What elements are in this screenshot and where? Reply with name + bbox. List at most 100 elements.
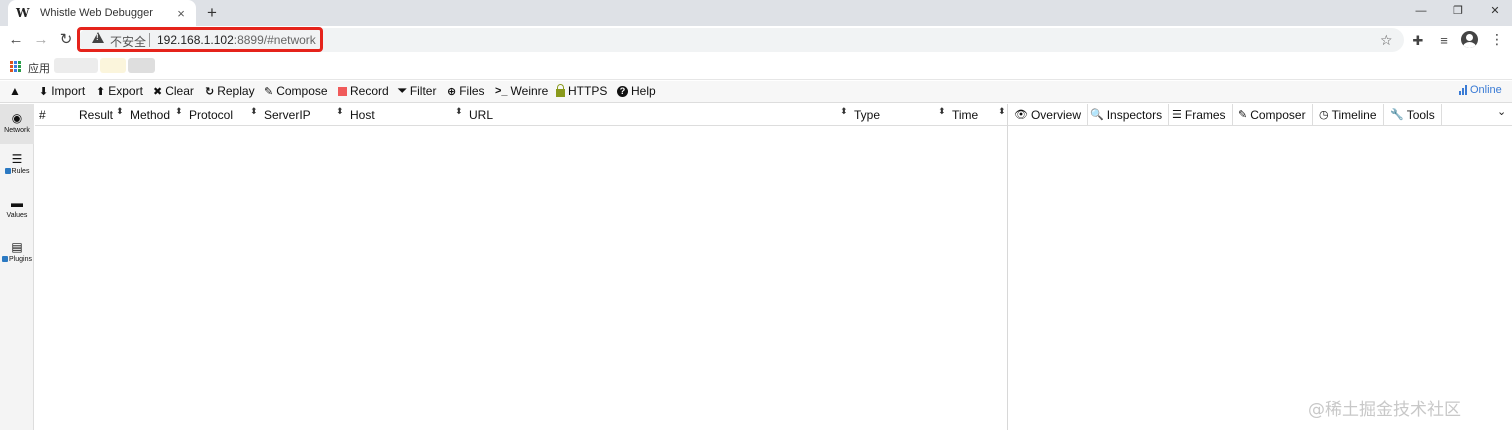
compose-button[interactable]: ✎ Compose (264, 84, 328, 98)
profile-avatar-icon[interactable] (1461, 31, 1478, 48)
list-icon: ☰ (1172, 109, 1182, 121)
signal-bars-icon (1459, 85, 1467, 95)
tab-tools-label: Tools (1406, 107, 1435, 122)
restore-button[interactable]: ❐ (1441, 0, 1475, 22)
warning-icon[interactable] (92, 32, 104, 43)
sort-icon[interactable]: ⬍ (938, 107, 946, 116)
sort-icon[interactable]: ⬍ (250, 107, 258, 116)
tab-inspectors-label: Inspectors (1106, 107, 1163, 122)
tab-inspectors[interactable]: 🔍 Inspectors (1084, 104, 1170, 125)
browser-tab[interactable]: W Whistle Web Debugger × (8, 0, 196, 26)
tab-timeline[interactable]: ◷ Timeline (1313, 104, 1384, 125)
whistle-sidebar: ◉ Network ☰ Rules ▬ Values ▤ Plugins (0, 104, 34, 430)
tab-composer-label: Composer (1250, 107, 1306, 122)
forward-button[interactable]: → (31, 30, 51, 50)
browser-tab-strip: W Whistle Web Debugger × + — ❐ ✕ (0, 0, 1512, 26)
whistle-menu-bar: ▲ ⬇ Import ⬆ Export ✖ Clear ↻ Replay ✎ C… (0, 81, 1512, 103)
record-icon (338, 86, 347, 96)
watermark-text: @稀土掘金技术社区 (1308, 400, 1461, 420)
col-method[interactable]: Method (130, 108, 170, 122)
sidebar-item-network[interactable]: ◉ Network (0, 104, 34, 144)
close-window-button[interactable]: ✕ (1478, 0, 1512, 22)
terminal-icon: >_ (495, 85, 508, 97)
col-result[interactable]: Result (79, 108, 113, 122)
compose-label: Compose (276, 84, 328, 98)
col-protocol[interactable]: Protocol (189, 108, 233, 122)
sidebar-label-rules: Rules (11, 168, 30, 175)
apps-grid-icon[interactable] (10, 61, 21, 72)
import-button[interactable]: ⬇ Import (39, 84, 85, 98)
tab-composer[interactable]: ✎ Composer (1232, 104, 1313, 125)
replay-icon: ↻ (205, 85, 215, 98)
sort-icon[interactable]: ⬍ (840, 107, 848, 116)
compose-icon: ✎ (264, 85, 274, 98)
bookmark-star-icon[interactable]: ☆ (1380, 32, 1393, 49)
media-control-icon[interactable]: ≡ (1435, 33, 1453, 48)
tab-overview[interactable]: 👁 Overview (1008, 104, 1088, 125)
replay-button[interactable]: ↻ Replay (205, 84, 255, 98)
sort-icon[interactable]: ⬍ (998, 107, 1006, 116)
sidebar-item-plugins[interactable]: ▤ Plugins (0, 240, 34, 280)
whistle-favicon-icon: W (16, 6, 30, 20)
clear-button[interactable]: ✖ Clear (153, 84, 194, 98)
sort-icon[interactable]: ⬍ (336, 107, 344, 116)
reload-button[interactable]: ↻ (56, 30, 76, 50)
files-label: Files (459, 84, 485, 98)
url-text[interactable]: 192.168.1.102:8899/#network (157, 33, 316, 47)
extensions-puzzle-icon[interactable]: ✚ (1409, 33, 1427, 49)
https-button[interactable]: HTTPS (556, 83, 607, 98)
rules-checkbox[interactable] (4, 168, 11, 175)
globe-icon: ◉ (11, 111, 23, 125)
online-status[interactable]: Online (1459, 84, 1502, 96)
new-tab-button[interactable]: + (202, 3, 222, 23)
col-type[interactable]: Type (854, 108, 880, 122)
plugins-checkbox[interactable] (2, 256, 9, 263)
collapse-toggle-icon[interactable]: ▲ (9, 84, 21, 98)
weinre-button[interactable]: >_ Weinre (495, 84, 548, 98)
blurred-bookmark[interactable] (128, 58, 155, 73)
folder-icon: ▬ (11, 196, 23, 210)
sidebar-item-rules[interactable]: ☰ Rules (0, 152, 34, 192)
clear-label: Clear (165, 84, 194, 98)
lock-icon (556, 83, 565, 97)
col-url[interactable]: URL (469, 108, 493, 122)
sort-icon[interactable]: ⬍ (455, 107, 463, 116)
col-index[interactable]: # (39, 108, 46, 122)
chevron-down-icon[interactable]: ⌄ (1497, 105, 1506, 118)
clock-icon: ◷ (1319, 109, 1329, 121)
clear-icon: ✖ (153, 85, 163, 98)
online-label: Online (1470, 84, 1502, 96)
tab-close-icon[interactable]: × (174, 6, 188, 21)
filter-icon: ⏷ (398, 84, 407, 97)
filter-label: Filter (409, 84, 437, 98)
sidebar-item-values[interactable]: ▬ Values (0, 196, 34, 236)
col-serverip[interactable]: ServerIP (264, 108, 311, 122)
col-host[interactable]: Host (350, 108, 375, 122)
browser-menu-icon[interactable]: ⋮ (1490, 31, 1504, 48)
blurred-bookmark[interactable] (54, 58, 98, 73)
bookmarks-bar: 应用 (0, 55, 1512, 80)
sort-icon[interactable]: ⬍ (116, 107, 124, 116)
export-label: Export (108, 84, 143, 98)
blurred-bookmark[interactable] (100, 58, 126, 73)
apps-label[interactable]: 应用 (28, 60, 50, 76)
record-button[interactable]: Record (338, 84, 389, 98)
plugin-icon: ▤ (11, 240, 23, 254)
url-host: 192.168.1.102 (157, 33, 234, 47)
export-button[interactable]: ⬆ Export (96, 84, 143, 98)
tab-title: Whistle Web Debugger (40, 7, 153, 19)
network-table-header: # Result ⬍ Method ⬍ Protocol ⬍ ServerIP … (35, 104, 1008, 126)
back-button[interactable]: ← (6, 30, 26, 50)
security-label[interactable]: 不安全 (110, 33, 146, 50)
tab-frames[interactable]: ☰ Frames (1166, 104, 1233, 125)
tab-tools[interactable]: 🔧 Tools (1384, 104, 1442, 125)
minimize-button[interactable]: — (1404, 0, 1438, 22)
col-time[interactable]: Time (952, 108, 978, 122)
filter-button[interactable]: ⏷ Filter (398, 84, 436, 98)
network-table-body[interactable] (35, 127, 1008, 430)
eye-icon: 👁 (1014, 109, 1028, 121)
sidebar-label-network: Network (4, 127, 30, 134)
sort-icon[interactable]: ⬍ (175, 107, 183, 116)
files-button[interactable]: ⊕ Files (447, 84, 485, 98)
help-button[interactable]: ? Help (617, 84, 656, 98)
